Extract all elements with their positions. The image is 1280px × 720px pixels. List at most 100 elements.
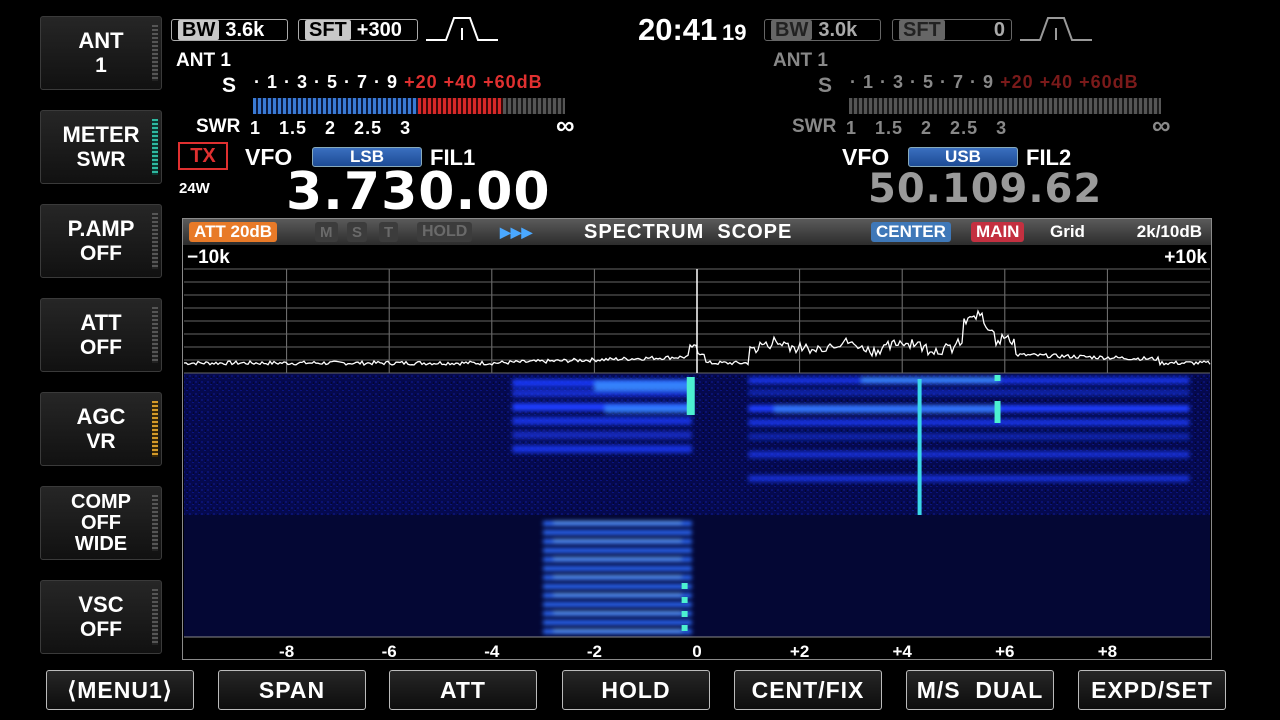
att-key[interactable]: ATT OFF — [40, 298, 162, 372]
waterfall-streak — [553, 611, 682, 614]
comp-key-width: WIDE — [74, 532, 128, 555]
sub-sft-tag: SFT — [899, 20, 945, 40]
sub-bw-tag: BW — [771, 20, 813, 40]
att-soft-key[interactable]: ATT — [389, 670, 537, 710]
comp-key-value: OFF — [81, 511, 121, 534]
sub-s-label: S — [818, 74, 833, 97]
main-bw-tag: BW — [178, 20, 220, 40]
carrier-four — [917, 379, 922, 515]
pamp-key-indicator — [152, 213, 158, 269]
scope-axis: -8 -6 -4 -2 0 +2 +4 +6 +8 — [279, 642, 1117, 659]
main-swr-scale: 1 1.5 2 2.5 3 — [250, 118, 412, 138]
carrier-lower — [681, 597, 688, 603]
main-frequency[interactable]: 3.730.00 — [286, 162, 551, 222]
sub-swr-label: SWR — [792, 116, 837, 137]
meter-key-label: METER — [62, 122, 140, 148]
carrier-lower — [681, 583, 688, 589]
agc-key-value: VR — [86, 429, 116, 453]
main-s-scale: · 1 · 3 · 5 · 7 · 9 — [254, 72, 399, 92]
waterfall-streak — [543, 584, 692, 589]
sub-sft-box[interactable]: SFT 0 — [892, 19, 1012, 41]
clock-seconds: 19 — [722, 20, 747, 45]
ant-key-value: 1 — [95, 53, 107, 77]
waterfall-streak — [512, 417, 692, 425]
scope-display: -8 -6 -4 -2 0 +2 +4 +6 +8 — [183, 268, 1211, 659]
tx-indicator: TX — [178, 142, 228, 170]
agc-key-label: AGC — [76, 404, 126, 430]
main-s-meter — [253, 98, 565, 114]
main-s-meter-fill — [253, 98, 419, 114]
main-sft-value: +300 — [356, 18, 402, 41]
sub-ant-label: ANT 1 — [773, 50, 828, 71]
waterfall-streak — [543, 566, 692, 571]
agc-key[interactable]: AGC VR — [40, 392, 162, 466]
spectrum-scope[interactable]: ATT 20dB M S T HOLD ▶▶▶ SPECTRUM SCOPE C… — [182, 218, 1212, 660]
menu1-key[interactable]: ⟨MENU1⟩ — [46, 670, 194, 710]
axis-tick-label: -4 — [484, 642, 500, 659]
sub-bw-value: 3.0k — [818, 18, 858, 41]
waterfall-streak — [773, 405, 1000, 413]
main-sft-box[interactable]: SFT +300 — [298, 19, 418, 41]
waterfall-streak — [553, 539, 682, 542]
pamp-key-label: P.AMP — [67, 216, 135, 242]
waterfall-streak — [543, 620, 692, 625]
carrier-six — [994, 401, 1001, 423]
axis-tick-label: -6 — [382, 642, 397, 659]
waterfall-streak — [861, 377, 1000, 383]
carrier-zero — [686, 377, 695, 415]
carrier-six-top — [994, 375, 1001, 381]
main-bw-box[interactable]: BW 3.6k — [171, 19, 288, 41]
waterfall-streak — [553, 521, 682, 524]
main-ant-label: ANT 1 — [176, 50, 231, 71]
waterfall-streak — [553, 557, 682, 560]
sub-frequency[interactable]: 50.109.62 — [868, 166, 1102, 212]
comp-key-indicator — [152, 495, 158, 551]
axis-tick-label: -2 — [587, 642, 602, 659]
main-swr-inf: ∞ — [556, 110, 575, 140]
ms-dual-key[interactable]: M/S DUAL — [906, 670, 1054, 710]
main-s-scale-over: +20 +40 +60dB — [404, 72, 543, 92]
waterfall-streak — [748, 451, 1190, 458]
hold-key[interactable]: HOLD — [562, 670, 710, 710]
axis-tick-label: +6 — [995, 642, 1014, 659]
waterfall-streak — [553, 575, 682, 578]
sub-mode-tag[interactable]: USB — [908, 147, 1018, 167]
vsc-key[interactable]: VSC OFF — [40, 580, 162, 654]
waterfall-streak — [512, 445, 692, 453]
expd-set-key[interactable]: EXPD/SET — [1078, 670, 1226, 710]
ant-key-indicator — [152, 25, 158, 81]
meter-key[interactable]: METER SWR — [40, 110, 162, 184]
span-key[interactable]: SPAN — [218, 670, 366, 710]
agc-key-indicator — [152, 401, 158, 457]
pamp-key[interactable]: P.AMP OFF — [40, 204, 162, 278]
sub-bw-box[interactable]: BW 3.0k — [764, 19, 881, 41]
waterfall-streak — [553, 629, 682, 632]
ant-key[interactable]: ANT 1 — [40, 16, 162, 90]
waterfall-streak — [748, 419, 1190, 426]
axis-tick-label: -8 — [279, 642, 294, 659]
vsc-key-label: VSC — [78, 592, 124, 618]
main-swr-label: SWR — [196, 116, 241, 137]
waterfall-streak — [748, 475, 1190, 482]
main-bw-value: 3.6k — [225, 18, 265, 41]
main-filter-shape-icon — [426, 17, 498, 41]
axis-tick-label: +2 — [790, 642, 809, 659]
axis-tick-label: 0 — [692, 642, 701, 659]
main-s-label: S — [222, 74, 237, 97]
waterfall-streak — [512, 431, 692, 439]
sub-s-scale-over: +20 +40 +60dB — [1000, 72, 1139, 92]
comp-key[interactable]: COMP OFF WIDE — [40, 486, 162, 560]
waterfall-streak — [543, 602, 692, 607]
comp-key-label: COMP — [71, 490, 131, 513]
waterfall-lower — [184, 515, 1210, 637]
att-key-indicator — [152, 307, 158, 363]
pamp-key-value: OFF — [80, 241, 122, 265]
cent-fix-key[interactable]: CENT/FIX — [734, 670, 882, 710]
meter-key-value: SWR — [76, 147, 126, 171]
att-key-label: ATT — [80, 310, 122, 336]
axis-tick-label: +4 — [893, 642, 913, 659]
sub-swr-inf: ∞ — [1152, 110, 1171, 140]
axis-tick-label: +8 — [1098, 642, 1117, 659]
vsc-key-indicator — [152, 589, 158, 645]
waterfall-streak — [748, 433, 1190, 440]
